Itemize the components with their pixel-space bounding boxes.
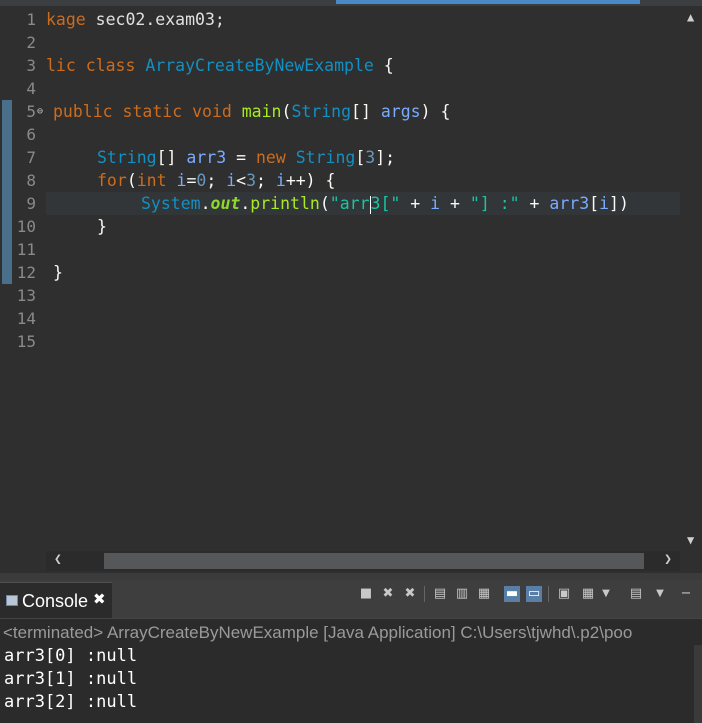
scroll-down-icon[interactable]: ▼: [687, 533, 694, 547]
remove-launch-icon[interactable]: ✖: [380, 586, 396, 602]
output-line: arr3[1] :null: [4, 669, 138, 689]
toolbar-separator: [548, 586, 549, 602]
word-wrap-icon[interactable]: ▦: [476, 586, 492, 602]
code-line: String[] arr3 = new String[3];: [97, 148, 396, 167]
console-status-bar: <terminated> ArrayCreateByNewExample [Ja…: [0, 618, 702, 645]
console-output[interactable]: arr3[0] :null arr3[1] :null arr3[2] :nul…: [0, 645, 702, 723]
line-number: 7: [26, 148, 36, 167]
line-number: 9: [26, 194, 36, 213]
line-number: 14: [16, 309, 36, 328]
line-number-gutter: 1 2 3 4 5 ⊖ 6 7 8 9 10 11 12 13 14 15: [0, 6, 46, 551]
active-tab-indicator: [336, 0, 640, 4]
fold-toggle-icon[interactable]: ⊖: [37, 100, 43, 123]
code-line: for(int i=0; i<3; i++) {: [97, 171, 336, 190]
scroll-up-icon[interactable]: ▲: [687, 10, 694, 24]
output-line: arr3[2] :null: [4, 692, 138, 712]
code-line: }: [53, 263, 63, 282]
clear-console-icon[interactable]: ▤: [432, 586, 448, 602]
code-line: kage sec02.exam03;: [46, 10, 225, 29]
line-number: 12: [16, 263, 36, 282]
launch-status-text: <terminated> ArrayCreateByNewExample [Ja…: [3, 623, 633, 642]
code-line: }: [97, 217, 107, 236]
line-number: 11: [16, 240, 36, 259]
terminate-icon[interactable]: ■: [358, 586, 374, 602]
tab-console[interactable]: Console ✖: [0, 582, 112, 619]
line-number: 13: [16, 286, 36, 305]
chevron-down-icon[interactable]: ▼: [598, 586, 614, 602]
line-number: 1: [26, 10, 36, 29]
code-line: lic class ArrayCreateByNewExample {: [46, 56, 394, 75]
scroll-lock-icon[interactable]: ▥: [454, 586, 470, 602]
console-header: Console ✖: [0, 580, 702, 619]
show-stdout-icon[interactable]: ▬: [504, 586, 520, 602]
chevron-down-icon[interactable]: ▼: [652, 586, 668, 602]
minimize-icon[interactable]: −: [678, 586, 694, 602]
line-number: 3: [26, 56, 36, 75]
line-number: 5: [26, 102, 36, 121]
code-editor[interactable]: 1 2 3 4 5 ⊖ 6 7 8 9 10 11 12 13 14 15 ka…: [0, 0, 702, 573]
code-text-area[interactable]: kage sec02.exam03; lic class ArrayCreate…: [46, 6, 680, 551]
line-number: 2: [26, 33, 36, 52]
show-stderr-icon[interactable]: ▭: [526, 586, 542, 602]
panel-splitter[interactable]: [0, 573, 702, 580]
line-number: 15: [16, 332, 36, 351]
line-number: 6: [26, 125, 36, 144]
display-console-icon[interactable]: ▦: [580, 586, 596, 602]
scrollbar-thumb[interactable]: [104, 553, 644, 569]
output-line: arr3[0] :null: [4, 646, 138, 666]
line-number: 4: [26, 79, 36, 98]
pin-console-icon[interactable]: ▣: [556, 586, 572, 602]
line-number: 10: [16, 217, 36, 236]
editor-horizontal-scrollbar[interactable]: ❮ ❯: [46, 551, 680, 571]
code-line: public static void main(String[] args) {: [53, 102, 451, 121]
remove-all-icon[interactable]: ✖: [402, 586, 418, 602]
scroll-left-icon[interactable]: ❮: [54, 552, 62, 567]
scroll-right-icon[interactable]: ❯: [664, 552, 672, 567]
tab-label: Console: [22, 591, 89, 611]
line-number: 8: [26, 171, 36, 190]
console-vertical-scrollbar[interactable]: [694, 645, 702, 723]
editor-vertical-scrollbar[interactable]: ▲ ▼: [682, 6, 702, 551]
open-console-icon[interactable]: ▤: [628, 586, 644, 602]
console-icon: [6, 595, 18, 606]
code-line-current: System.out.println("arr3[" + i + "] :" +…: [141, 194, 629, 214]
toolbar-separator: [424, 586, 425, 602]
close-icon[interactable]: ✖: [93, 590, 106, 608]
